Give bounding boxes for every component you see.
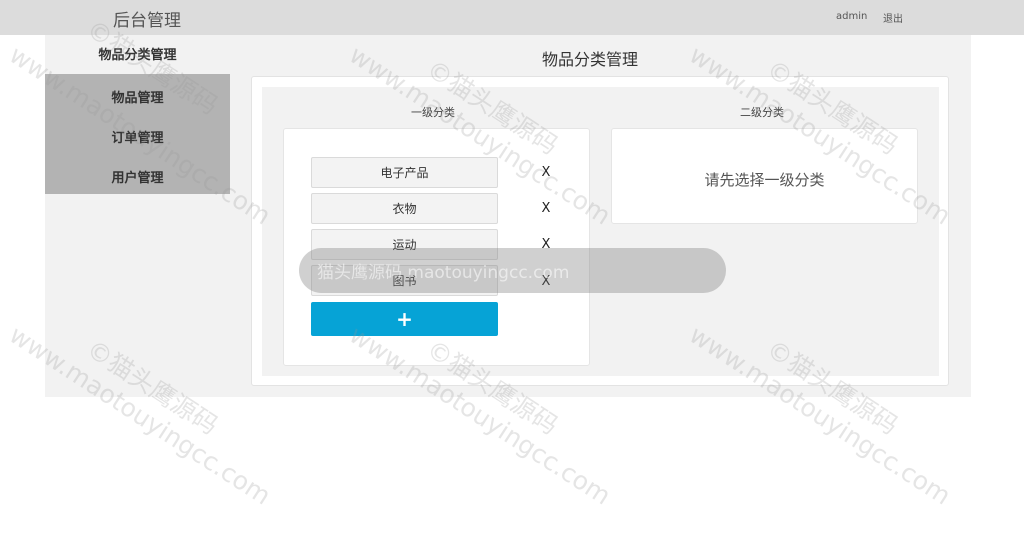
logout-link[interactable]: 退出 [883, 10, 903, 25]
current-user[interactable]: admin [836, 11, 867, 22]
level1-label: 一级分类 [411, 106, 455, 119]
page-title: 物品分类管理 [541, 50, 638, 69]
delete-category-clothing[interactable]: X [539, 201, 553, 216]
app-title: 后台管理 [113, 11, 181, 31]
sidebar-item-category-management[interactable]: 物品分类管理 [45, 44, 230, 63]
sidebar-menu: 物品管理 订单管理 用户管理 [45, 74, 230, 194]
category-item-sports[interactable]: 运动 [311, 229, 498, 260]
sidebar-item-item-management[interactable]: 物品管理 [45, 87, 230, 106]
select-level1-hint: 请先选择一级分类 [704, 171, 825, 189]
category-item-books[interactable]: 图书 [311, 265, 498, 296]
top-bar: 后台管理 admin 退出 [0, 0, 1024, 35]
sidebar-item-order-management[interactable]: 订单管理 [45, 127, 230, 146]
category-item-electronics[interactable]: 电子产品 [311, 157, 498, 188]
level2-label: 二级分类 [740, 106, 784, 119]
sidebar-item-user-management[interactable]: 用户管理 [45, 167, 230, 186]
delete-category-electronics[interactable]: X [539, 165, 553, 180]
delete-category-sports[interactable]: X [539, 237, 553, 252]
delete-category-books[interactable]: X [539, 274, 553, 289]
add-category-button[interactable]: + [311, 302, 498, 336]
category-item-clothing[interactable]: 衣物 [311, 193, 498, 224]
